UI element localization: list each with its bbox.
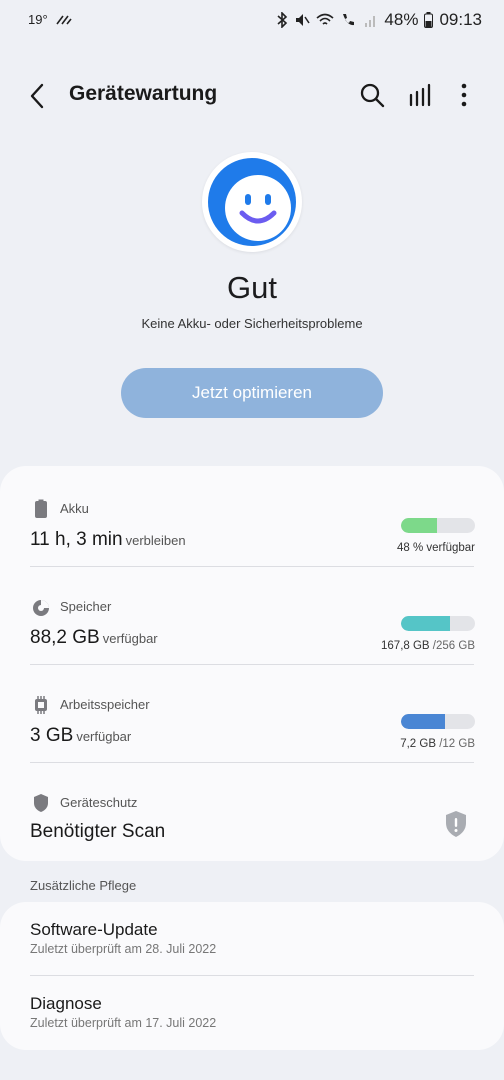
divider: [30, 566, 474, 567]
more-options-button[interactable]: [449, 80, 479, 110]
divider: [30, 664, 474, 665]
memory-chip-icon: [35, 696, 47, 714]
mute-icon: [296, 14, 311, 26]
software-update-item[interactable]: Software-Update Zuletzt überprüft am 28.…: [0, 902, 504, 976]
memory-progress-bar: [401, 714, 475, 729]
software-update-subtitle: Zuletzt überprüft am 28. Juli 2022: [30, 942, 217, 956]
shield-icon: [34, 794, 48, 812]
battery-value: 11 h, 3 min verbleiben: [30, 529, 186, 550]
section-additional-care: Zusätzliche Pflege: [30, 878, 137, 893]
bluetooth-icon: [277, 12, 288, 28]
storage-row[interactable]: Speicher 88,2 GB verfügbar 167,8 GB /256 …: [0, 572, 504, 670]
battery-label: Akku: [60, 501, 89, 516]
bar-chart-icon: [409, 83, 431, 107]
memory-row[interactable]: Arbeitsspeicher 3 GB verfügbar 7,2 GB /12…: [0, 670, 504, 768]
battery-progress-bar: [401, 518, 475, 533]
search-button[interactable]: [357, 80, 387, 110]
memory-label: Arbeitsspeicher: [60, 697, 150, 712]
battery-available: 48 % verfügbar: [397, 542, 475, 554]
diagnostics-item[interactable]: Diagnose Zuletzt überprüft am 17. Juli 2…: [0, 976, 504, 1050]
battery-status-icon: [424, 12, 434, 28]
wifi-calling-icon: [343, 14, 355, 26]
divider: [30, 762, 474, 763]
battery-percent: 48%: [384, 10, 419, 29]
status-emblem-ring: [208, 158, 296, 246]
more-vertical-icon: [461, 83, 467, 107]
storage-value: 88,2 GB verfügbar: [30, 627, 158, 648]
wifi-icon: [316, 13, 334, 25]
status-title: Gut: [227, 270, 277, 305]
device-protection-row[interactable]: Geräteschutz Benötigter Scan: [0, 768, 504, 866]
back-button[interactable]: [22, 80, 54, 112]
maintenance-card: Akku 11 h, 3 min verbleiben 48 % verfügba…: [0, 466, 504, 861]
storage-label: Speicher: [60, 599, 112, 614]
battery-row[interactable]: Akku 11 h, 3 min verbleiben 48 % verfügba…: [0, 474, 504, 572]
optimize-now-button[interactable]: Jetzt optimieren: [121, 368, 383, 418]
storage-progress-fill: [401, 616, 450, 631]
search-icon: [360, 83, 385, 108]
temperature-indicator: 19°: [28, 12, 48, 27]
app-bar: Gerätewartung: [0, 70, 504, 120]
back-arrow-icon: [30, 83, 44, 109]
status-emblem: [202, 152, 302, 252]
status-subtitle: Keine Akku- oder Sicherheitsprobleme: [141, 316, 363, 331]
memory-usage: 7,2 GB /12 GB: [400, 738, 475, 750]
shield-warning-icon[interactable]: [444, 810, 468, 838]
status-bar: 19° 48% 09:13: [0, 0, 504, 44]
storage-usage: 167,8 GB /256 GB: [381, 640, 475, 652]
additional-care-card: Software-Update Zuletzt überprüft am 28.…: [0, 902, 504, 1050]
storage-progress-bar: [401, 616, 475, 631]
smiley-icon: [225, 175, 291, 241]
page-title: Gerätewartung: [69, 82, 218, 105]
device-protection-label: Geräteschutz: [60, 795, 138, 810]
diagnostics-subtitle: Zuletzt überprüft am 17. Juli 2022: [30, 1016, 217, 1030]
device-protection-value: Benötigter Scan: [30, 821, 166, 842]
network-speed-icon: [56, 15, 72, 24]
diagnostics-title: Diagnose: [30, 994, 102, 1013]
memory-value: 3 GB verfügbar: [30, 725, 132, 746]
storage-pie-icon: [33, 600, 49, 616]
battery-progress-fill: [401, 518, 437, 533]
signal-icon: [365, 16, 376, 27]
software-update-title: Software-Update: [30, 920, 158, 939]
statistics-button[interactable]: [405, 80, 435, 110]
battery-icon: [35, 499, 47, 518]
clock: 09:13: [439, 10, 482, 29]
memory-progress-fill: [401, 714, 446, 729]
